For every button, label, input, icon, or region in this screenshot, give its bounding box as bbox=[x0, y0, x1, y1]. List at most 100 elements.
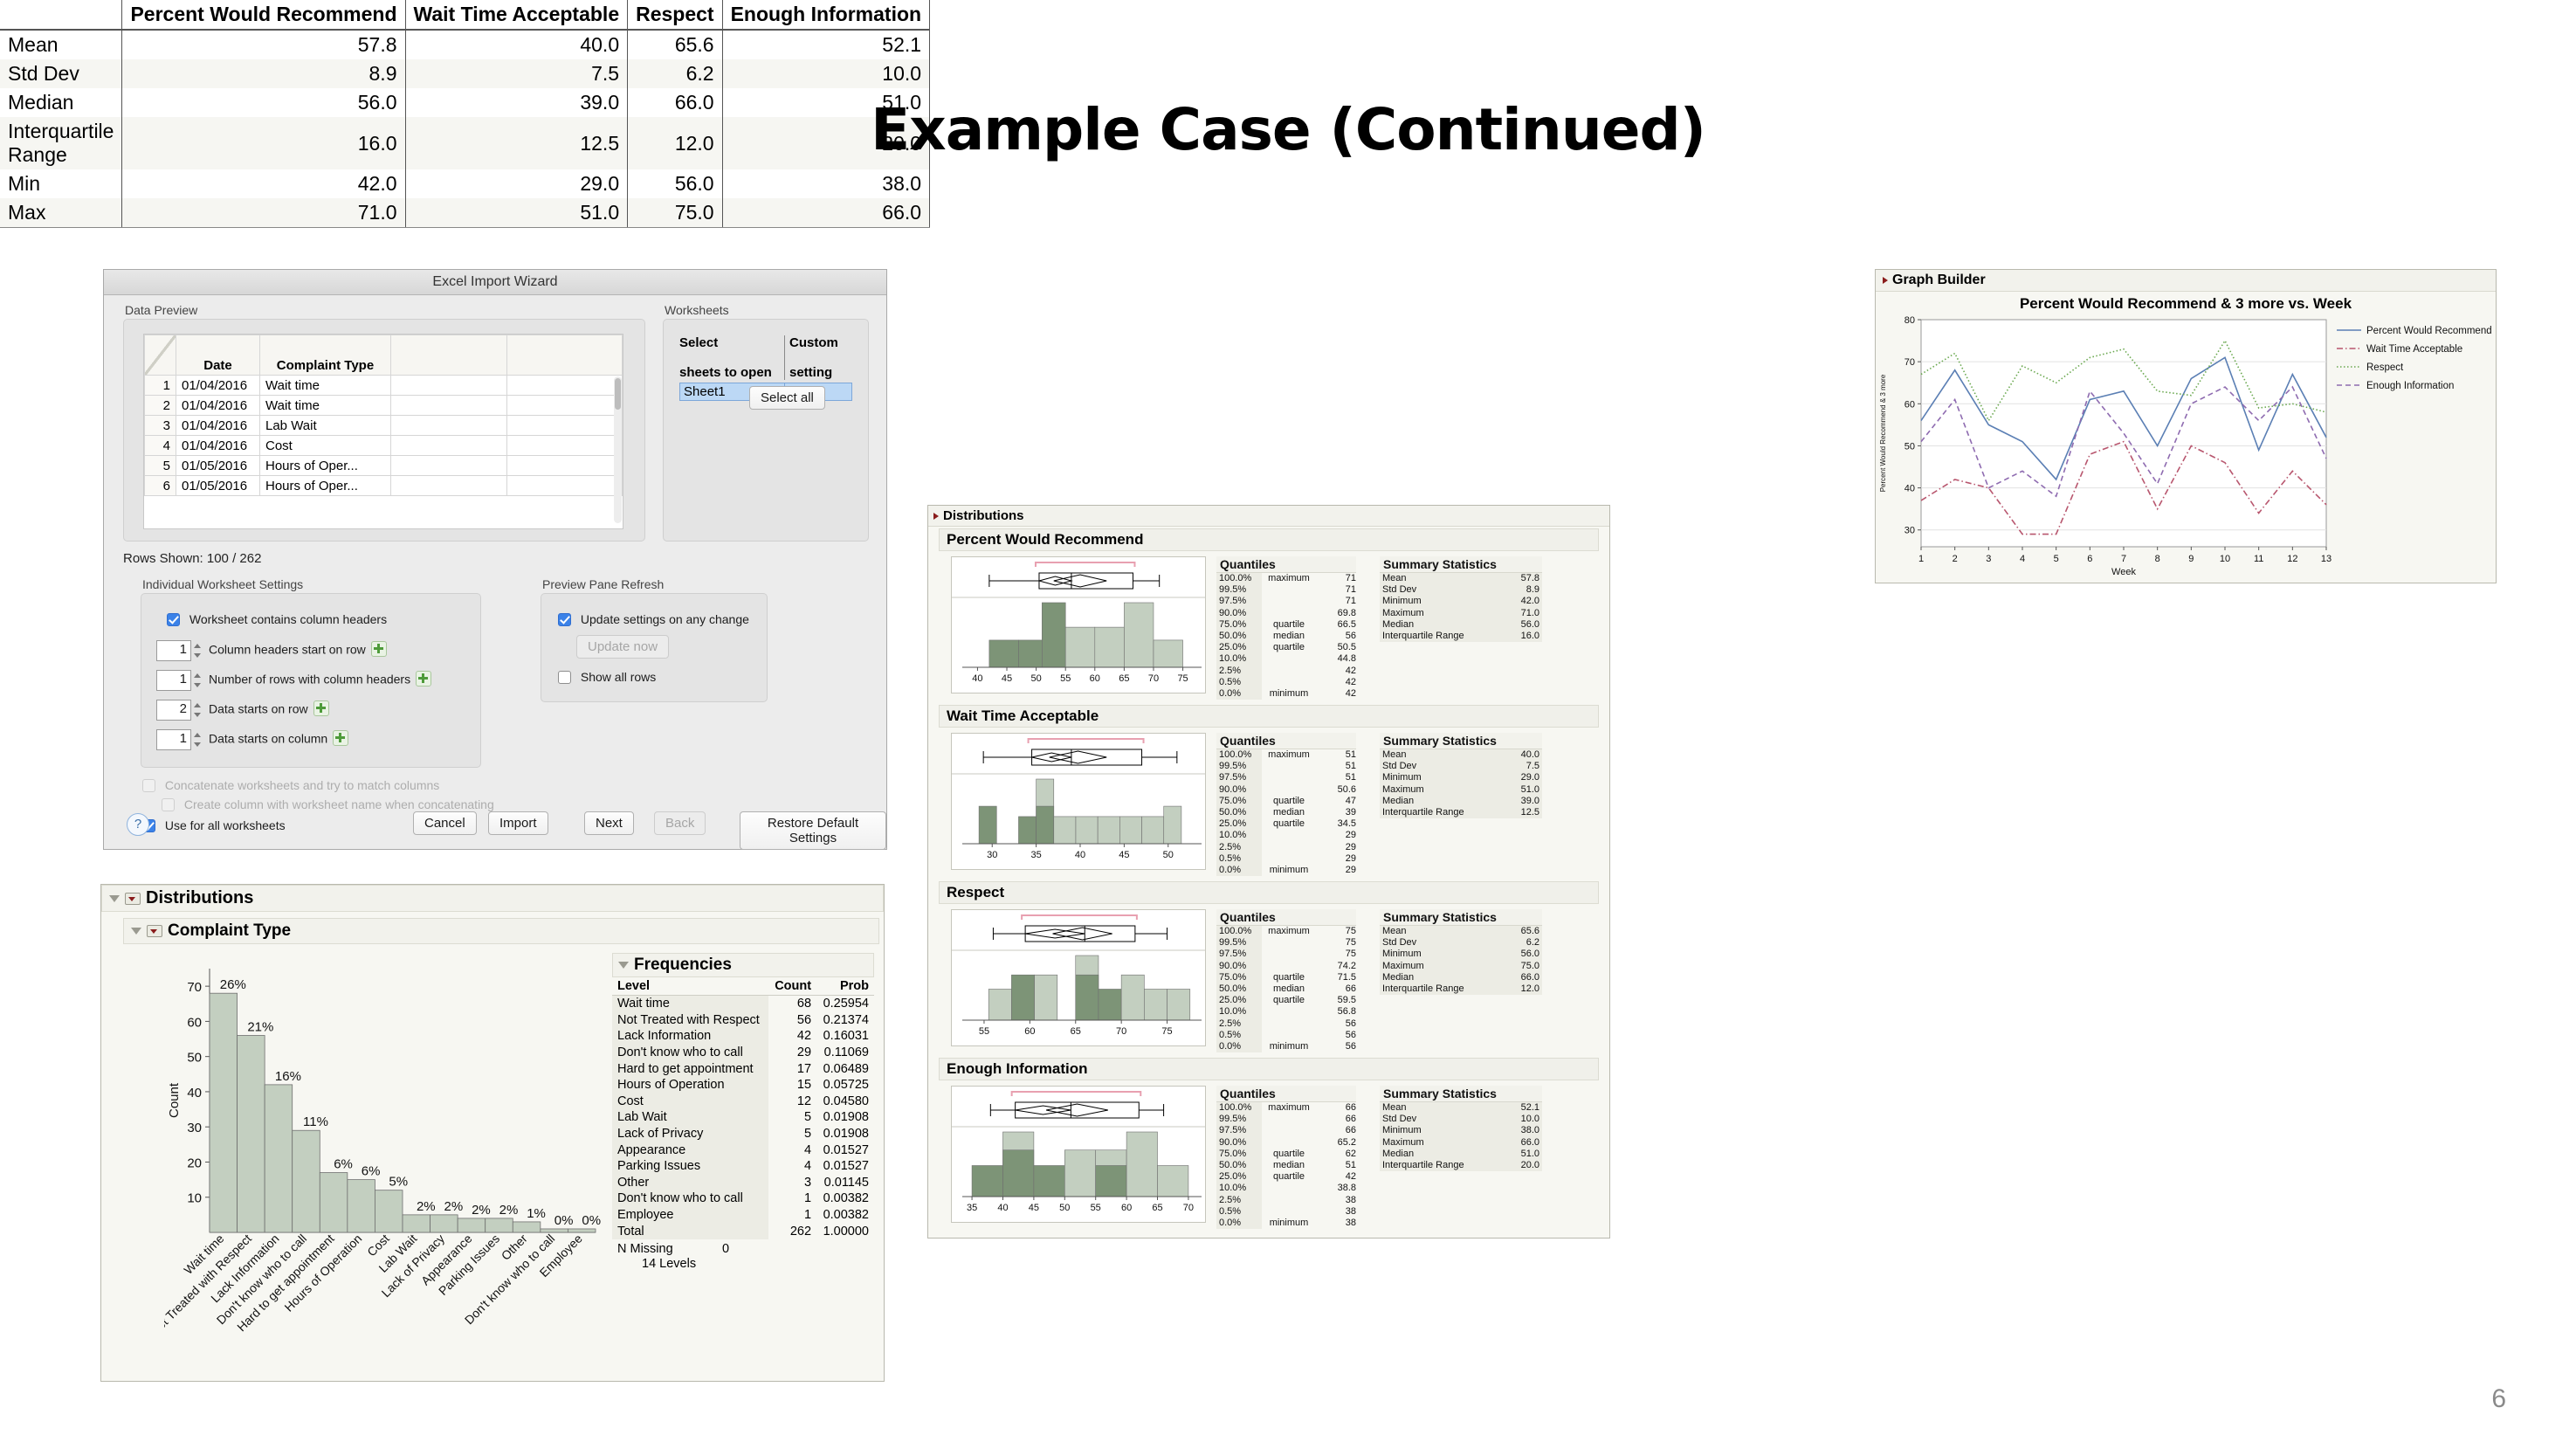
update-settings-checkbox[interactable] bbox=[558, 613, 571, 626]
spinner-row-2[interactable]: 2 Data starts on row bbox=[156, 700, 329, 721]
red-disclosure-icon[interactable] bbox=[125, 892, 141, 905]
freq-count: 4 bbox=[803, 1159, 812, 1174]
quantile-tag: median bbox=[1272, 807, 1305, 818]
disclosure-triangle-icon[interactable] bbox=[933, 513, 939, 521]
summary-col-0: Percent Would Recommend bbox=[121, 0, 406, 31]
summary-stat-row: Median 66.0 bbox=[1380, 971, 1542, 984]
collapse-triangle-icon-3[interactable] bbox=[618, 961, 629, 969]
preview-row[interactable]: 6 01/05/2016 Hours of Oper... bbox=[144, 475, 623, 496]
histogram-bar-2 bbox=[1034, 974, 1058, 1021]
plus-icon-2[interactable] bbox=[313, 700, 329, 716]
quantile-value: 34.5 bbox=[1337, 818, 1356, 830]
quantile-percent: 97.5% bbox=[1216, 596, 1262, 608]
spinner-input-0[interactable]: 1 bbox=[156, 640, 191, 661]
restore-defaults-button[interactable]: Restore Default Settings bbox=[740, 811, 886, 850]
summary-stat-name: Minimum bbox=[1382, 596, 1422, 607]
quantile-percent: 75.0% bbox=[1216, 618, 1262, 631]
histogram-bar-0 bbox=[978, 805, 997, 845]
preview-cell-empty-1 bbox=[390, 455, 507, 476]
worksheet-contains-headers-row[interactable]: Worksheet contains column headers bbox=[167, 612, 387, 626]
create-column-checkbox[interactable] bbox=[162, 798, 175, 811]
next-button[interactable]: Next bbox=[584, 811, 634, 835]
quantile-row: 75.0% quartile 66.5 bbox=[1216, 618, 1356, 631]
freq-level: Lab Wait bbox=[612, 1109, 768, 1126]
table-row: Parking Issues 4 0.01527 bbox=[612, 1157, 874, 1175]
preview-row[interactable]: 5 01/05/2016 Hours of Oper... bbox=[144, 455, 623, 476]
spinner-stepper-2[interactable] bbox=[191, 700, 203, 721]
summary-stat-row: Mean 40.0 bbox=[1380, 749, 1542, 762]
svg-text:6%: 6% bbox=[362, 1164, 381, 1179]
quantile-row: 2.5% 29 bbox=[1216, 841, 1356, 853]
plus-icon-1[interactable] bbox=[416, 670, 432, 687]
summary-stat-row: Maximum 71.0 bbox=[1380, 607, 1542, 619]
freq-count: 1 bbox=[803, 1208, 812, 1223]
concatenate-checkbox[interactable] bbox=[142, 779, 155, 792]
cancel-button[interactable]: Cancel bbox=[413, 811, 477, 835]
histogram-bar-0 bbox=[971, 1165, 1003, 1197]
distribution-variable-name: Enough Information bbox=[939, 1058, 1599, 1080]
summary-stat-row: Interquartile Range 12.0 bbox=[1380, 983, 1542, 996]
spinner-input-2[interactable]: 2 bbox=[156, 700, 191, 721]
worksheet-contains-headers-checkbox[interactable] bbox=[167, 613, 180, 626]
preview-scrollbar[interactable] bbox=[614, 376, 622, 523]
summary-stat-name: Minimum bbox=[1382, 772, 1422, 783]
collapse-triangle-icon[interactable] bbox=[109, 894, 120, 902]
preview-row[interactable]: 3 01/04/2016 Lab Wait bbox=[144, 415, 623, 436]
quantile-percent: 99.5% bbox=[1216, 1114, 1262, 1126]
spinner-stepper-3[interactable] bbox=[191, 729, 203, 750]
quantile-percent: 50.0% bbox=[1216, 807, 1262, 819]
plus-icon-0[interactable] bbox=[370, 640, 387, 657]
summary-row-label: Max bbox=[0, 198, 123, 228]
freq-count: 12 bbox=[796, 1094, 812, 1108]
concatenate-row[interactable]: Concatenate worksheets and try to match … bbox=[142, 778, 439, 792]
plus-icon-3[interactable] bbox=[333, 729, 349, 746]
show-all-rows-checkbox[interactable] bbox=[558, 671, 571, 684]
preview-row[interactable]: 1 01/04/2016 Wait time bbox=[144, 375, 623, 396]
data-preview-table[interactable]: Date Complaint Type 1 01/04/2016 Wait time… bbox=[143, 334, 623, 529]
create-column-row[interactable]: Create column with worksheet name when c… bbox=[162, 797, 494, 811]
summary-col-3: Enough Information bbox=[722, 0, 931, 31]
svg-text:Week: Week bbox=[2111, 567, 2136, 577]
update-settings-row[interactable]: Update settings on any change bbox=[558, 612, 749, 626]
summary-value-0: 71.0 bbox=[121, 198, 406, 228]
spinner-input-1[interactable]: 1 bbox=[156, 670, 191, 691]
update-now-button[interactable]: Update now bbox=[576, 635, 670, 659]
spinner-input-3[interactable]: 1 bbox=[156, 729, 191, 750]
table-row: Hours of Operation 15 0.05725 bbox=[612, 1076, 874, 1094]
spinner-row-0[interactable]: 1 Column headers start on row bbox=[156, 640, 387, 661]
spinner-row-1[interactable]: 1 Number of rows with column headers bbox=[156, 670, 432, 691]
bar-4 bbox=[319, 1172, 348, 1233]
freq-prob: 0.01527 bbox=[823, 1159, 869, 1174]
complaint-distributions-panel: Distributions Complaint Type 10 20 30 40 50 6… bbox=[100, 884, 885, 1382]
back-button[interactable]: Back bbox=[654, 811, 706, 835]
summary-stat-row: Std Dev 10.0 bbox=[1380, 1114, 1542, 1126]
help-icon[interactable]: ? bbox=[127, 813, 149, 836]
spinner-stepper-0[interactable] bbox=[191, 640, 203, 661]
quantile-value: 29 bbox=[1345, 865, 1356, 876]
quantile-row: 10.0% 38.8 bbox=[1216, 1183, 1356, 1195]
spinner-row-3[interactable]: 1 Data starts on column bbox=[156, 729, 349, 750]
quantile-tag bbox=[1262, 761, 1316, 772]
svg-text:60: 60 bbox=[1024, 1026, 1035, 1037]
quantile-tag bbox=[1262, 1030, 1316, 1041]
worksheet-contains-headers-label: Worksheet contains column headers bbox=[189, 612, 388, 626]
select-all-button[interactable]: Select all bbox=[749, 386, 825, 410]
svg-text:30: 30 bbox=[987, 850, 997, 860]
preview-row[interactable]: 4 01/04/2016 Cost bbox=[144, 435, 623, 456]
show-all-rows-row[interactable]: Show all rows bbox=[558, 670, 656, 684]
disclosure-triangle-icon-gb[interactable] bbox=[1883, 276, 1888, 284]
svg-text:0%: 0% bbox=[554, 1213, 574, 1228]
svg-text:2: 2 bbox=[1953, 554, 1958, 564]
use-for-all-row[interactable]: Use for all worksheets bbox=[142, 818, 286, 832]
preview-col-date: Date bbox=[176, 335, 260, 376]
quantiles-header: Quantiles bbox=[1216, 556, 1356, 573]
spinner-stepper-1[interactable] bbox=[191, 670, 203, 691]
preview-row[interactable]: 2 01/04/2016 Wait time bbox=[144, 395, 623, 416]
summary-stat-row: Mean 65.6 bbox=[1380, 926, 1542, 938]
n-missing-label: N Missing bbox=[617, 1241, 673, 1256]
quantile-tag bbox=[1262, 853, 1316, 865]
collapse-triangle-icon-2[interactable] bbox=[131, 927, 141, 935]
red-disclosure-icon-2[interactable] bbox=[147, 924, 162, 937]
summary-value-0: 57.8 bbox=[121, 30, 406, 59]
import-button[interactable]: Import bbox=[488, 811, 548, 835]
